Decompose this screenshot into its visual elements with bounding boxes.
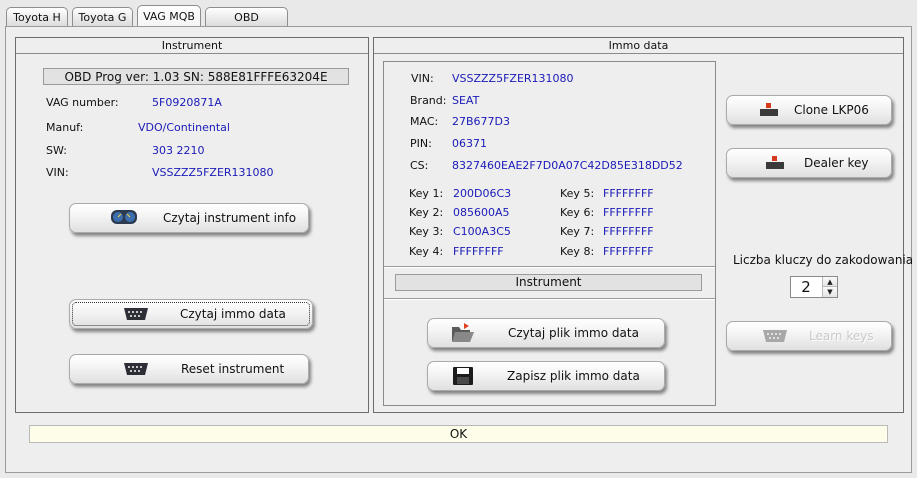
- sw-label: SW:: [46, 144, 67, 157]
- key-7-label: Key 7:: [560, 225, 595, 238]
- immo-vin-label: VIN:: [411, 72, 434, 85]
- keys-count-value[interactable]: 2: [791, 277, 821, 297]
- read-immo-data-label: Czytaj immo data: [180, 307, 286, 321]
- read-immo-data-button[interactable]: Czytaj immo data: [69, 299, 313, 329]
- clone-lkp06-button[interactable]: Clone LKP06: [726, 95, 892, 125]
- reset-instrument-button[interactable]: Reset instrument: [69, 354, 309, 384]
- brand-value: SEAT: [452, 94, 480, 107]
- read-instrument-info-label: Czytaj instrument info: [163, 211, 297, 225]
- divider: [384, 298, 715, 300]
- manuf-value: VDO/Continental: [138, 121, 230, 134]
- sw-value: 303 2210: [152, 144, 205, 157]
- mac-value: 27B677D3: [452, 115, 511, 128]
- obd-connector-icon: [124, 363, 148, 375]
- folder-open-icon: [452, 323, 474, 342]
- clone-lkp06-label: Clone LKP06: [794, 103, 869, 117]
- immo-data-group-title: Immo data: [374, 38, 903, 54]
- vin-label: VIN:: [46, 166, 69, 179]
- tab-toyota-h[interactable]: Toyota H: [6, 7, 68, 26]
- key-8-label: Key 8:: [560, 245, 595, 258]
- dealer-key-label: Dealer key: [804, 156, 869, 170]
- immo-vin-value: VSSZZZ5FZER131080: [452, 72, 574, 85]
- key-2-label: Key 2:: [409, 206, 444, 219]
- key-2-value: 085600A5: [453, 206, 510, 219]
- tab-bar: Toyota H Toyota G VAG MQB OBD adapters: [0, 0, 917, 43]
- pin-label: PIN:: [410, 137, 432, 150]
- key-3-label: Key 3:: [409, 225, 444, 238]
- key-5-value: FFFFFFFF: [603, 187, 654, 200]
- dealer-key-button[interactable]: Dealer key: [726, 148, 892, 178]
- key-7-value: FFFFFFFF: [603, 225, 654, 238]
- key-3-value: C100A3C5: [453, 225, 511, 238]
- keys-count-stepper[interactable]: 2 ▲ ▼: [790, 276, 838, 298]
- dashboard-icon: [111, 210, 137, 224]
- pin-value: 06371: [452, 137, 487, 150]
- chip-icon: [766, 156, 784, 169]
- learn-keys-label: Learn keys: [809, 329, 874, 343]
- stepper-up-arrow-icon[interactable]: ▲: [822, 277, 837, 287]
- vin-value: VSSZZZ5FZER131080: [152, 166, 274, 179]
- save-immo-file-button[interactable]: Zapisz plik immo data: [427, 361, 665, 391]
- vag-number-value: 5F0920871A: [152, 96, 222, 109]
- cs-value: 8327460EAE2F7D0A07C42D85E318DD52: [452, 159, 683, 172]
- vag-number-label: VAG number:: [46, 96, 119, 109]
- tab-vag-mqb[interactable]: VAG MQB: [137, 5, 201, 27]
- tab-toyota-g[interactable]: Toyota G: [72, 7, 133, 26]
- key-6-value: FFFFFFFF: [603, 206, 654, 219]
- key-6-label: Key 6:: [560, 206, 595, 219]
- immo-source-box: Instrument: [395, 274, 702, 291]
- obd-connector-icon: [763, 330, 787, 342]
- divider: [384, 266, 715, 268]
- stepper-down-arrow-icon[interactable]: ▼: [822, 287, 837, 297]
- read-immo-file-label: Czytaj plik immo data: [508, 326, 639, 340]
- instrument-group-title: Instrument: [16, 38, 368, 54]
- chip-icon: [760, 103, 778, 116]
- manuf-label: Manuf:: [46, 121, 84, 134]
- key-4-label: Key 4:: [409, 245, 444, 258]
- key-1-label: Key 1:: [409, 187, 444, 200]
- prog-info-box: OBD Prog ver: 1.03 SN: 588E81FFFE63204E: [43, 68, 349, 85]
- key-4-value: FFFFFFFF: [453, 245, 504, 258]
- status-bar: OK: [29, 425, 888, 443]
- mac-label: MAC:: [410, 115, 439, 128]
- key-8-value: FFFFFFFF: [603, 245, 654, 258]
- obd-connector-icon: [124, 308, 148, 320]
- reset-instrument-label: Reset instrument: [181, 362, 285, 376]
- brand-label: Brand:: [410, 94, 447, 107]
- save-immo-file-label: Zapisz plik immo data: [507, 369, 640, 383]
- key-1-value: 200D06C3: [453, 187, 512, 200]
- learn-keys-button[interactable]: Learn keys: [726, 321, 892, 351]
- keys-count-label: Liczba kluczy do zakodowania: [733, 253, 914, 267]
- read-instrument-info-button[interactable]: Czytaj instrument info: [69, 203, 309, 233]
- key-5-label: Key 5:: [560, 187, 595, 200]
- tab-obd-adapters[interactable]: OBD adapters: [205, 7, 288, 43]
- read-immo-file-button[interactable]: Czytaj plik immo data: [427, 318, 665, 348]
- floppy-disk-icon: [453, 367, 473, 385]
- cs-label: CS:: [410, 159, 429, 172]
